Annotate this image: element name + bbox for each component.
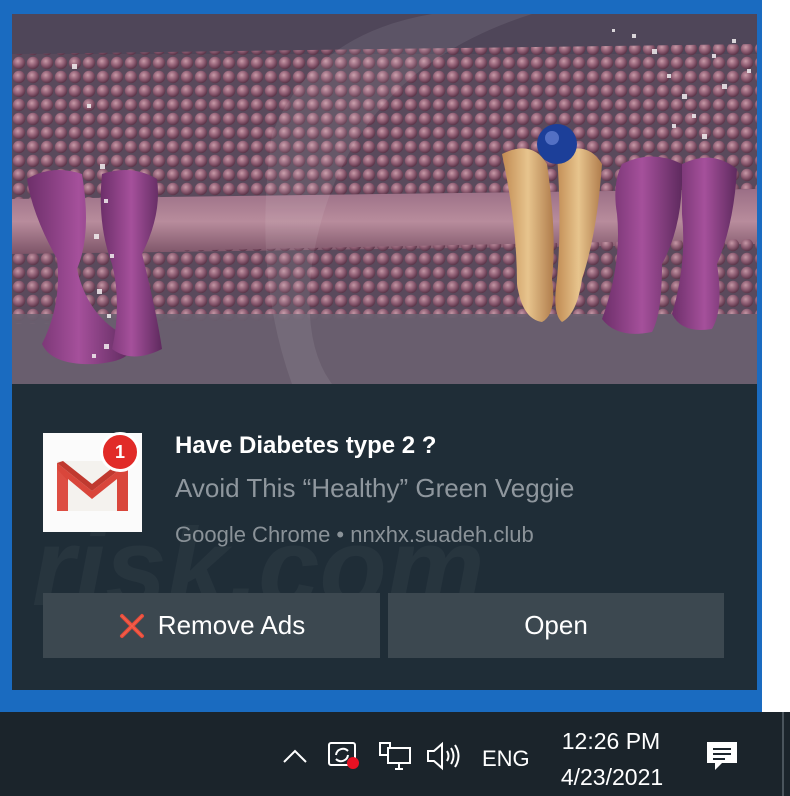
- close-icon: [118, 612, 146, 640]
- pc-network-icon[interactable]: [378, 740, 414, 777]
- network-sync-icon[interactable]: [326, 739, 364, 776]
- taskbar: ENG 12:26 PM 4/23/2021: [0, 712, 790, 796]
- show-desktop-divider[interactable]: [782, 712, 784, 796]
- open-label: Open: [524, 610, 588, 640]
- remove-ads-button[interactable]: Remove Ads: [43, 593, 380, 658]
- notification-subtitle: Avoid This “Healthy” Green Veggie: [175, 473, 575, 503]
- notification-center-icon[interactable]: [705, 739, 739, 778]
- notification-count-badge: 1: [100, 432, 140, 472]
- hero-image: [12, 14, 757, 384]
- notification-toast[interactable]: risk.com 1 Have Diabetes type 2 ? Avoid …: [12, 14, 757, 690]
- window-edge: [758, 0, 790, 712]
- remove-ads-label: Remove Ads: [157, 610, 306, 640]
- notification-title: Have Diabetes type 2 ?: [175, 432, 437, 459]
- clock-time[interactable]: 12:26 PM: [561, 728, 661, 755]
- open-button[interactable]: Open: [388, 593, 724, 658]
- clock-date[interactable]: 4/23/2021: [556, 764, 668, 791]
- language-indicator[interactable]: ENG: [482, 746, 530, 772]
- volume-icon[interactable]: [425, 740, 465, 777]
- chevron-up-icon[interactable]: [282, 748, 308, 769]
- notification-body: risk.com 1 Have Diabetes type 2 ? Avoid …: [12, 384, 757, 690]
- notification-source: Google Chrome • nnxhx.suadeh.club: [175, 522, 534, 547]
